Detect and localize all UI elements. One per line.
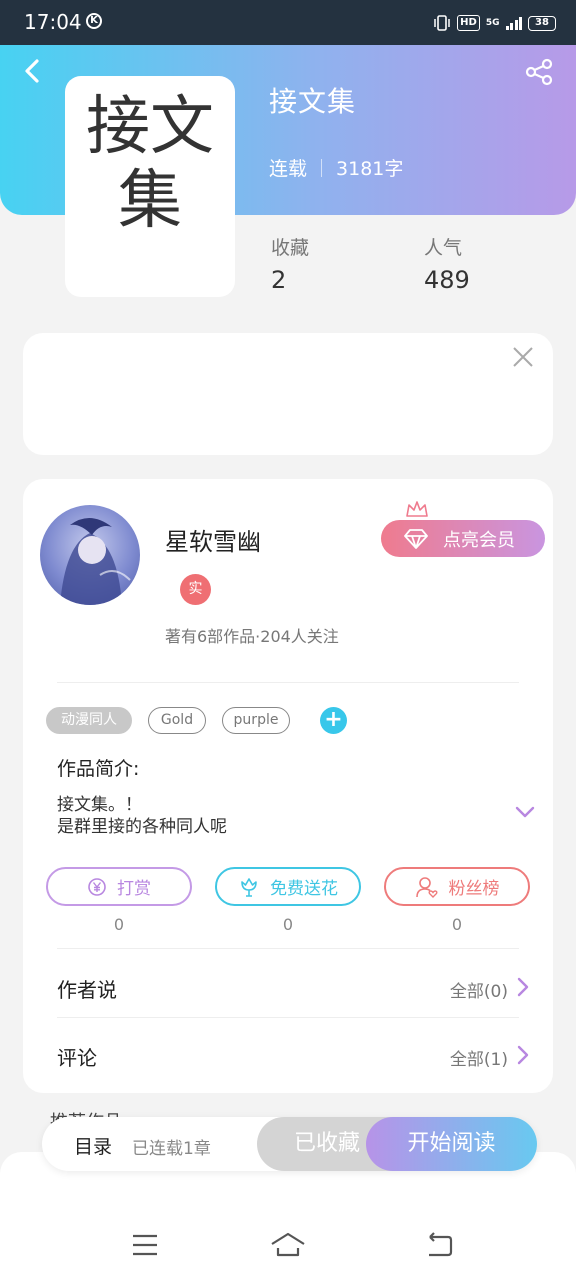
tag-purple[interactable]: purple [222, 707, 290, 734]
cover-handwriting: 接文集 [86, 90, 214, 238]
tag-gold[interactable]: Gold [148, 707, 206, 734]
popularity-value: 489 [424, 266, 470, 294]
intro-line-2: 是群里接的各种同人呢 [57, 817, 227, 837]
fan-count: 0 [451, 915, 463, 934]
status-icons: HD 5G 38 [433, 12, 556, 34]
start-reading-button[interactable]: 开始阅读 [366, 1117, 537, 1171]
crown-icon [406, 501, 428, 517]
divider [321, 158, 323, 177]
chevron-right-icon[interactable] [517, 1045, 529, 1065]
chevron-down-icon[interactable] [514, 805, 536, 819]
divider [57, 682, 519, 683]
hd-badge: HD [457, 15, 480, 31]
close-icon[interactable] [511, 345, 535, 369]
bottom-panel [0, 1152, 576, 1280]
author-name[interactable]: 星软雪幽 [165, 522, 261, 557]
k-badge-icon: K [86, 13, 102, 29]
add-tag-button[interactable]: + [320, 707, 347, 734]
author-says-all[interactable]: 全部(0) [450, 977, 508, 1002]
fan-icon [415, 876, 438, 898]
tip-button[interactable]: 打赏 [46, 867, 192, 906]
send-flower-label: 免费送花 [270, 879, 338, 899]
tip-count: 0 [113, 915, 125, 934]
book-title: 接文集 [269, 85, 357, 118]
plus-icon: + [324, 707, 343, 732]
vip-button-label: 点亮会员 [443, 529, 515, 551]
diamond-icon [404, 528, 428, 549]
collect-value: 2 [271, 266, 287, 294]
comments-all[interactable]: 全部(1) [450, 1045, 508, 1070]
author-says-label[interactable]: 作者说 [57, 974, 117, 1003]
avatar[interactable] [40, 505, 140, 605]
author-works-info: 著有6部作品·204人关注 [165, 627, 339, 646]
toc-chapter-info[interactable]: 已连载1章 [132, 1134, 211, 1159]
divider [57, 1017, 519, 1018]
flower-count: 0 [282, 915, 294, 934]
collect-label: 收藏 [271, 237, 310, 259]
word-count: 3181字 [336, 158, 404, 180]
verified-badge: 实 [180, 574, 211, 605]
vip-button[interactable]: 点亮会员 [381, 520, 545, 557]
return-icon[interactable] [424, 1232, 454, 1258]
back-icon[interactable] [22, 58, 42, 84]
comments-label[interactable]: 评论 [57, 1042, 97, 1071]
popularity-label: 人气 [424, 237, 463, 259]
tag-anime[interactable]: 动漫同人 [46, 707, 132, 734]
battery-icon: 38 [528, 15, 556, 31]
share-icon[interactable] [524, 58, 554, 86]
yen-icon [88, 877, 106, 896]
network-label: 5G [485, 17, 500, 28]
toc-button[interactable]: 目录 [74, 1132, 112, 1159]
intro-line-1: 接文集。！ [57, 795, 142, 815]
status-bar: 17:04 K HD 5G 38 [0, 0, 576, 45]
chevron-right-icon[interactable] [517, 977, 529, 997]
fan-ranking-button[interactable]: 粉丝榜 [384, 867, 530, 906]
menu-icon[interactable] [130, 1232, 160, 1258]
tip-label: 打赏 [117, 879, 151, 899]
serial-status: 连载 [269, 158, 308, 180]
divider [57, 948, 519, 949]
intro-text: 接文集。！ 是群里接的各种同人呢 [57, 794, 227, 838]
home-icon[interactable] [270, 1232, 306, 1258]
book-cover[interactable]: 接文集 [65, 76, 235, 297]
send-flower-button[interactable]: 免费送花 [215, 867, 361, 906]
vibrate-icon [434, 15, 450, 31]
intro-title: 作品简介: [57, 758, 140, 780]
avatar-illustration [60, 517, 131, 605]
fan-ranking-label: 粉丝榜 [448, 879, 500, 899]
book-status-row: 连载 3181字 [269, 154, 403, 181]
status-time: 17:04 [24, 10, 82, 34]
ad-card [23, 333, 553, 455]
signal-icon [505, 16, 522, 30]
flower-icon [241, 877, 257, 897]
